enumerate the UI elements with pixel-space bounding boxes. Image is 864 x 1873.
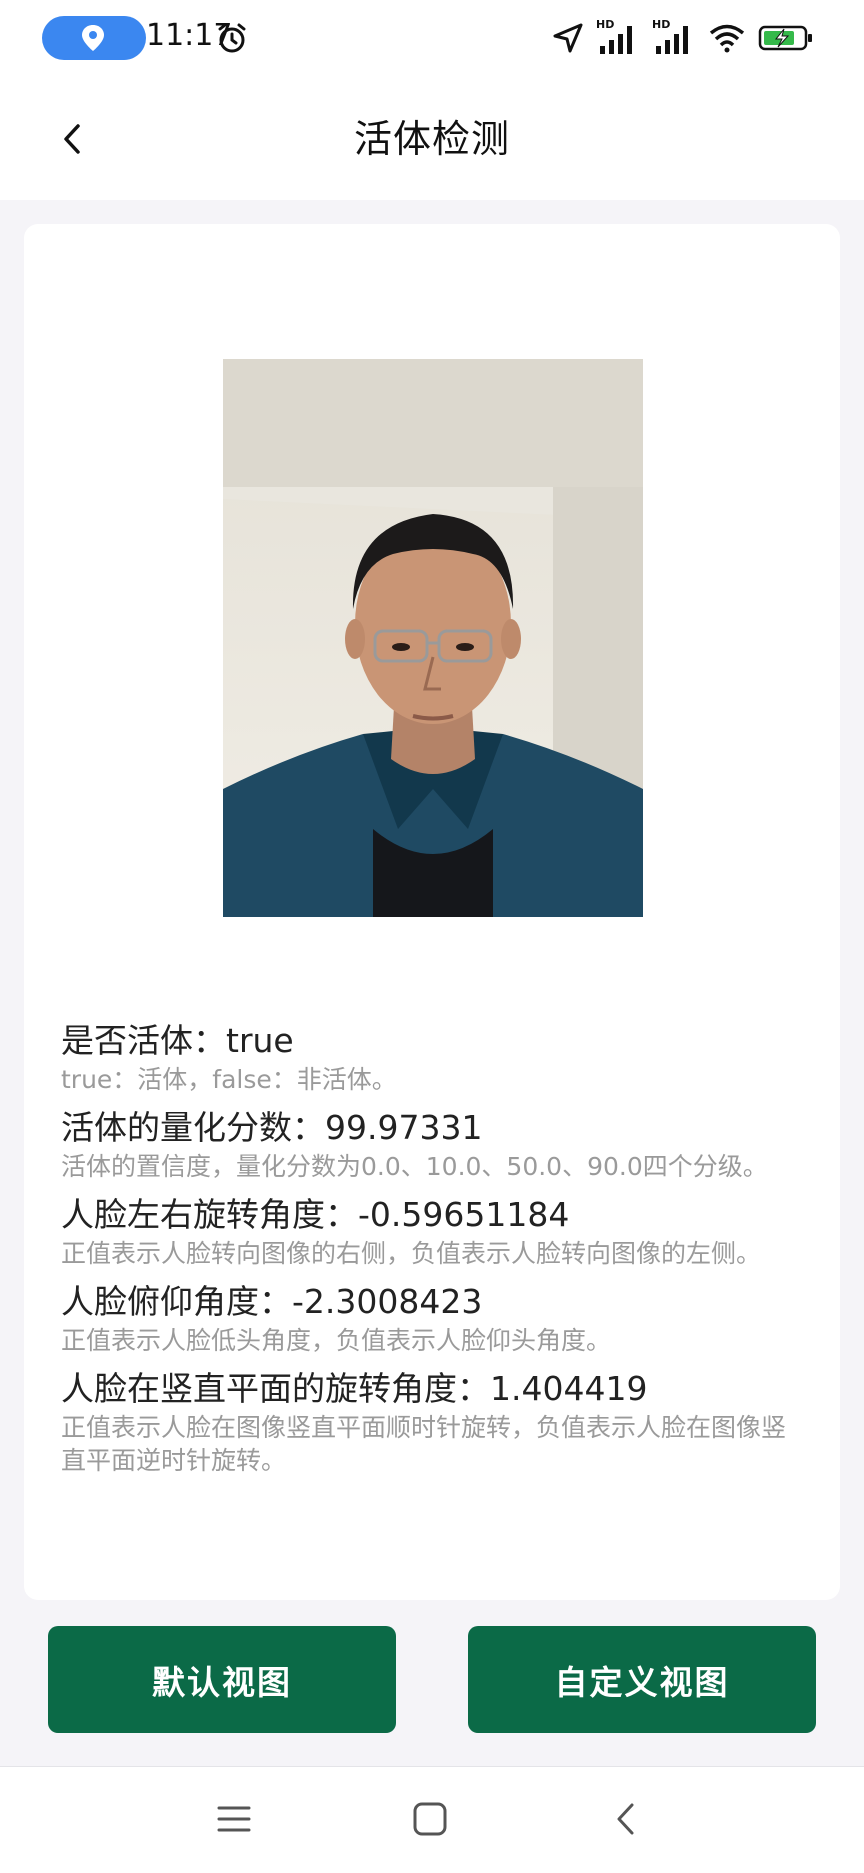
detection-results: 是否活体：true true：活体，false：非活体。 活体的量化分数：99.…: [61, 1019, 803, 1487]
back-icon[interactable]: [608, 1801, 644, 1837]
result-description: 正值表示人脸转向图像的右侧，负值表示人脸转向图像的左侧。: [61, 1239, 762, 1268]
custom-view-button[interactable]: 自定义视图: [468, 1626, 816, 1733]
face-photo: [223, 359, 643, 917]
result-description: 正值表示人脸在图像竖直平面顺时针旋转，负值表示人脸在图像竖直平面逆时针旋转。: [61, 1413, 787, 1475]
default-view-button[interactable]: 默认视图: [48, 1626, 396, 1733]
battery-charging-icon: [758, 25, 812, 51]
result-label: 活体的量化分数：99.97331: [61, 1108, 483, 1147]
result-description: 正值表示人脸低头角度，负值表示人脸仰头角度。: [61, 1326, 612, 1355]
result-is-live: 是否活体：true true：活体，false：非活体。: [61, 1019, 803, 1096]
page-title: 活体检测: [353, 117, 510, 161]
wifi-icon: [709, 24, 745, 53]
result-label: 是否活体：true: [61, 1021, 294, 1060]
result-description: true：活体，false：非活体。: [61, 1065, 397, 1094]
hd-signal-icon: HD: [596, 18, 640, 54]
result-description: 活体的置信度，量化分数为0.0、10.0、50.0、90.0四个分级。: [61, 1152, 768, 1181]
result-liveness-score: 活体的量化分数：99.97331 活体的置信度，量化分数为0.0、10.0、50…: [61, 1106, 803, 1183]
navigation-arrow-icon: [553, 23, 583, 53]
location-pill[interactable]: [42, 16, 146, 60]
result-yaw-angle: 人脸左右旋转角度：-0.59651184 正值表示人脸转向图像的右侧，负值表示人…: [61, 1193, 803, 1270]
hd-signal-icon: HD: [652, 18, 696, 54]
home-square-icon[interactable]: [412, 1801, 448, 1837]
face-photo-illustration: [223, 359, 643, 917]
result-label: 人脸左右旋转角度：-0.59651184: [61, 1195, 570, 1234]
menu-icon[interactable]: [216, 1801, 252, 1837]
result-roll-angle: 人脸在竖直平面的旋转角度：1.404419 正值表示人脸在图像竖直平面顺时针旋转…: [61, 1367, 803, 1477]
status-bar: 11:17 HD HD: [0, 0, 864, 78]
alarm-icon: [218, 23, 246, 53]
system-nav-bar: [0, 1766, 864, 1873]
location-pin-icon: [82, 25, 104, 51]
result-label: 人脸在竖直平面的旋转角度：1.404419: [61, 1369, 648, 1408]
result-label: 人脸俯仰角度：-2.3008423: [61, 1282, 483, 1321]
result-pitch-angle: 人脸俯仰角度：-2.3008423 正值表示人脸低头角度，负值表示人脸仰头角度。: [61, 1280, 803, 1357]
app-bar: 活体检测: [0, 78, 864, 200]
result-card: 是否活体：true true：活体，false：非活体。 活体的量化分数：99.…: [24, 224, 840, 1600]
